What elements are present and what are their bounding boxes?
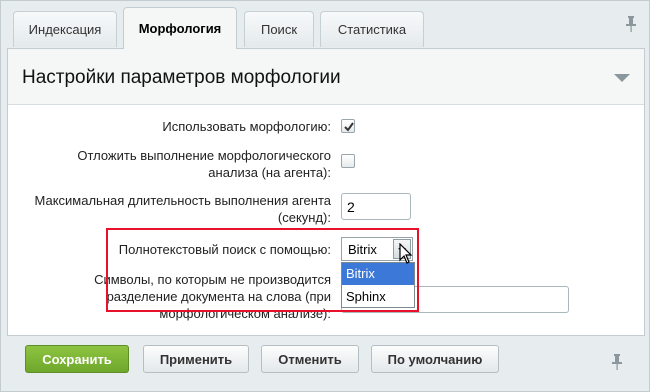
tab-morphology[interactable]: Морфология: [123, 7, 237, 49]
fulltext-search-selected-value: Bitrix: [348, 242, 377, 257]
pin-icon[interactable]: [611, 353, 623, 371]
panel-title: Настройки параметров морфологии: [22, 67, 341, 88]
default-button[interactable]: По умолчанию: [371, 345, 499, 373]
checkmark-icon: [344, 122, 354, 132]
fulltext-search-label: Полнотекстовый поиск с помощью:: [118, 242, 331, 257]
apply-button[interactable]: Применить: [143, 345, 249, 373]
defer-analysis-checkbox[interactable]: [341, 154, 355, 168]
agent-duration-label-line2: (секунд):: [277, 210, 331, 225]
defer-analysis-label: Отложить выполнение морфологического ана…: [41, 147, 331, 181]
tab-indexing[interactable]: Индексация: [13, 11, 117, 47]
split-symbols-label-line2: разделение документа на слова (при: [106, 289, 331, 304]
panel-header: Настройки параметров морфологии: [8, 49, 644, 105]
defer-analysis-label-line2: анализа (на агента):: [208, 165, 331, 180]
mouse-cursor-icon: [399, 243, 413, 264]
collapse-arrow-icon[interactable]: [614, 74, 630, 82]
use-morphology-checkbox[interactable]: [341, 119, 355, 133]
save-button[interactable]: Сохранить: [25, 345, 129, 373]
agent-duration-label: Максимальная длительность выполнения аге…: [21, 192, 332, 226]
pin-icon[interactable]: [625, 15, 637, 33]
settings-window: Индексация Морфология Поиск Статистика Н…: [0, 0, 650, 392]
use-morphology-label: Использовать морфологию:: [162, 119, 331, 134]
agent-duration-label-line1: Максимальная длительность выполнения аге…: [34, 193, 332, 208]
tab-statistics[interactable]: Статистика: [320, 11, 424, 47]
tab-search[interactable]: Поиск: [244, 11, 314, 47]
cancel-button[interactable]: Отменить: [261, 345, 359, 373]
fulltext-options-list: Bitrix Sphinx: [341, 262, 415, 308]
split-symbols-label-line3: морфологическом анализе):: [159, 306, 331, 321]
option-sphinx[interactable]: Sphinx: [342, 286, 414, 308]
agent-duration-input[interactable]: [341, 193, 411, 220]
split-symbols-label-line1: Символы, по которым не производится: [94, 272, 331, 287]
defer-analysis-label-line1: Отложить выполнение морфологического: [77, 148, 331, 163]
option-bitrix[interactable]: Bitrix: [342, 263, 414, 285]
split-symbols-label: Символы, по которым не производится разд…: [61, 271, 331, 322]
